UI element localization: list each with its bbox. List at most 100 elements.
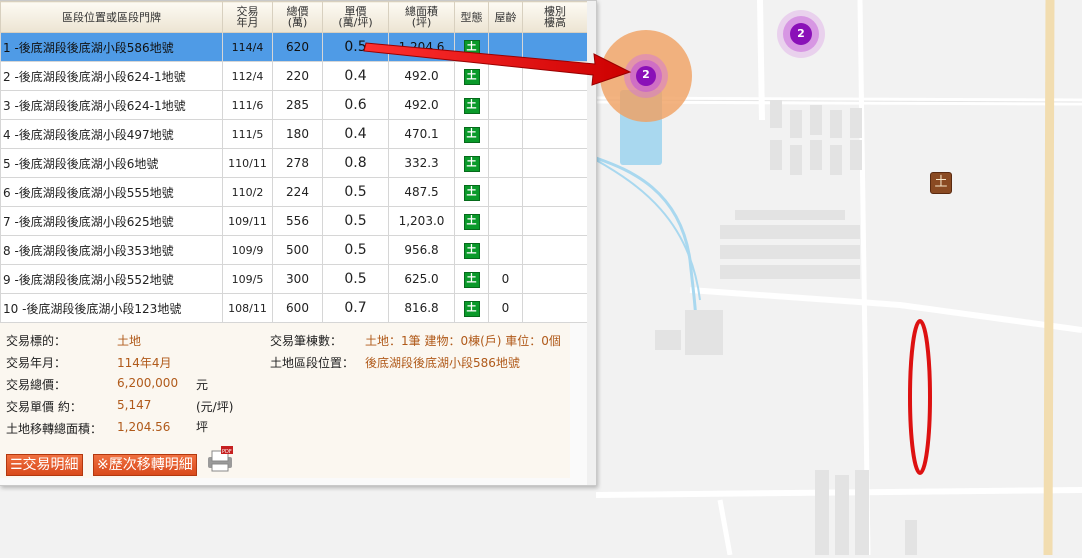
transaction-panel: 區段位置或區段門牌 交易 年月 總價 (萬) 單價 (萬/坪) 總面積 (坪) … <box>0 0 597 486</box>
cell-date: 108/11 <box>222 293 273 323</box>
location-label: 土地區段位置： <box>270 356 355 370</box>
table-row[interactable]: 3 -後底湖段後底湖小段624-1地號 111/6 285 0.6 492.0 土 <box>0 90 588 120</box>
total-label: 交易總價： <box>6 378 67 392</box>
cell-address: 5 -後底湖段後底湖小段6地號 <box>0 148 223 178</box>
cell-date: 112/4 <box>222 61 273 91</box>
cell-address: 6 -後底湖段後底湖小段555地號 <box>0 177 223 207</box>
table-row[interactable]: 7 -後底湖段後底湖小段625地號 109/11 556 0.5 1,203.0 土 <box>0 206 588 236</box>
cell-floor <box>522 119 588 149</box>
cell-address: 10 -後底湖段後底湖小段123地號 <box>0 293 223 323</box>
total-unit: 元 <box>196 378 209 392</box>
cell-age <box>488 177 523 207</box>
unit-price-label: 交易單價 約： <box>6 400 82 414</box>
header-unit-price[interactable]: 單價 (萬/坪) <box>322 1 389 33</box>
land-type-icon: 土 <box>463 126 480 143</box>
cell-type: 土 <box>454 90 489 120</box>
cell-age: 0 <box>488 293 523 323</box>
cell-total: 285 <box>272 90 323 120</box>
table-row[interactable]: 1 -後底湖段後底湖小段586地號 114/4 620 0.5 1,204.6 土 <box>0 32 588 62</box>
cell-type: 土 <box>454 119 489 149</box>
cell-floor <box>522 177 588 207</box>
cell-age <box>488 119 523 149</box>
cell-total: 600 <box>272 293 323 323</box>
area-label: 土地移轉總面積： <box>6 422 103 436</box>
cell-unit-price: 0.5 <box>322 235 389 265</box>
table-row[interactable]: 9 -後底湖段後底湖小段552地號 109/5 300 0.5 625.0 土 0 <box>0 264 588 294</box>
table-row[interactable]: 4 -後底湖段後底湖小段497地號 111/5 180 0.4 470.1 土 <box>0 119 588 149</box>
area-unit: 坪 <box>196 420 209 434</box>
cell-total: 180 <box>272 119 323 149</box>
cell-address: 1 -後底湖段後底湖小段586地號 <box>0 32 223 62</box>
cell-area: 332.3 <box>388 148 455 178</box>
cell-floor <box>522 32 588 62</box>
land-poi-icon[interactable]: 土 <box>930 172 952 194</box>
cell-total: 556 <box>272 206 323 236</box>
cell-age <box>488 206 523 236</box>
cell-area: 956.8 <box>388 235 455 265</box>
cell-type: 土 <box>454 32 489 62</box>
target-value: 土地 <box>117 334 142 348</box>
total-value: 6,200,000 <box>117 376 179 390</box>
area-value: 1,204.56 <box>117 420 171 434</box>
transaction-detail-button[interactable]: ☰交易明細 <box>6 454 83 476</box>
transaction-table: 區段位置或區段門牌 交易 年月 總價 (萬) 單價 (萬/坪) 總面積 (坪) … <box>0 1 588 323</box>
table-header-row: 區段位置或區段門牌 交易 年月 總價 (萬) 單價 (萬/坪) 總面積 (坪) … <box>0 1 588 33</box>
unit-price-unit: (元/坪) <box>196 400 234 414</box>
cell-area: 487.5 <box>388 177 455 207</box>
cell-floor <box>522 235 588 265</box>
land-type-icon: 土 <box>463 242 480 259</box>
unit-price-value: 5,147 <box>117 398 152 412</box>
cell-area: 1,203.0 <box>388 206 455 236</box>
header-type[interactable]: 型態 <box>454 1 489 33</box>
cell-unit-price: 0.4 <box>322 119 389 149</box>
header-area[interactable]: 總面積 (坪) <box>388 1 455 33</box>
header-age[interactable]: 屋齡 <box>488 1 523 33</box>
cell-type: 土 <box>454 206 489 236</box>
land-type-icon: 土 <box>463 155 480 172</box>
cell-address: 3 -後底湖段後底湖小段624-1地號 <box>0 90 223 120</box>
header-total[interactable]: 總價 (萬) <box>272 1 323 33</box>
cell-date: 109/9 <box>222 235 273 265</box>
cell-unit-price: 0.5 <box>322 32 389 62</box>
cell-unit-price: 0.4 <box>322 61 389 91</box>
cluster-main-count[interactable]: 2 <box>636 65 656 85</box>
table-row[interactable]: 6 -後底湖段後底湖小段555地號 110/2 224 0.5 487.5 土 <box>0 177 588 207</box>
cell-address: 7 -後底湖段後底湖小段625地號 <box>0 206 223 236</box>
land-type-icon: 土 <box>463 184 480 201</box>
count-label: 交易筆棟數： <box>270 334 343 348</box>
panel-scrollbar[interactable] <box>587 1 596 485</box>
cell-area: 625.0 <box>388 264 455 294</box>
cell-type: 土 <box>454 293 489 323</box>
table-row[interactable]: 5 -後底湖段後底湖小段6地號 110/11 278 0.8 332.3 土 <box>0 148 588 178</box>
header-address[interactable]: 區段位置或區段門牌 <box>0 1 223 33</box>
land-type-icon: 土 <box>463 271 480 288</box>
transfer-history-button[interactable]: ※歷次移轉明細 <box>93 454 197 476</box>
cell-date: 111/5 <box>222 119 273 149</box>
transaction-details: 交易標的： 土地 交易年月： 114年4月 交易總價： 6,200,000 元 … <box>0 323 570 478</box>
cell-date: 110/2 <box>222 177 273 207</box>
cell-unit-price: 0.5 <box>322 206 389 236</box>
cell-floor <box>522 61 588 91</box>
land-type-icon: 土 <box>463 300 480 317</box>
header-date[interactable]: 交易 年月 <box>222 1 273 33</box>
pdf-print-icon[interactable]: PDF <box>206 446 234 472</box>
cell-area: 492.0 <box>388 90 455 120</box>
cell-unit-price: 0.5 <box>322 264 389 294</box>
table-row[interactable]: 10 -後底湖段後底湖小段123地號 108/11 600 0.7 816.8 土 0 <box>0 293 588 323</box>
cell-address: 2 -後底湖段後底湖小段624-1地號 <box>0 61 223 91</box>
cell-date: 111/6 <box>222 90 273 120</box>
header-floor[interactable]: 樓別 樓高 <box>522 1 588 33</box>
cell-unit-price: 0.6 <box>322 90 389 120</box>
table-row[interactable]: 8 -後底湖段後底湖小段353地號 109/9 500 0.5 956.8 土 <box>0 235 588 265</box>
cell-age <box>488 148 523 178</box>
cell-floor <box>522 264 588 294</box>
cell-date: 114/4 <box>222 32 273 62</box>
cell-floor <box>522 293 588 323</box>
cell-area: 492.0 <box>388 61 455 91</box>
date-value: 114年4月 <box>117 356 172 370</box>
land-type-icon: 土 <box>463 68 480 85</box>
cell-address: 9 -後底湖段後底湖小段552地號 <box>0 264 223 294</box>
table-row[interactable]: 2 -後底湖段後底湖小段624-1地號 112/4 220 0.4 492.0 土 <box>0 61 588 91</box>
cluster-top-count: 2 <box>797 27 805 40</box>
cell-total: 620 <box>272 32 323 62</box>
